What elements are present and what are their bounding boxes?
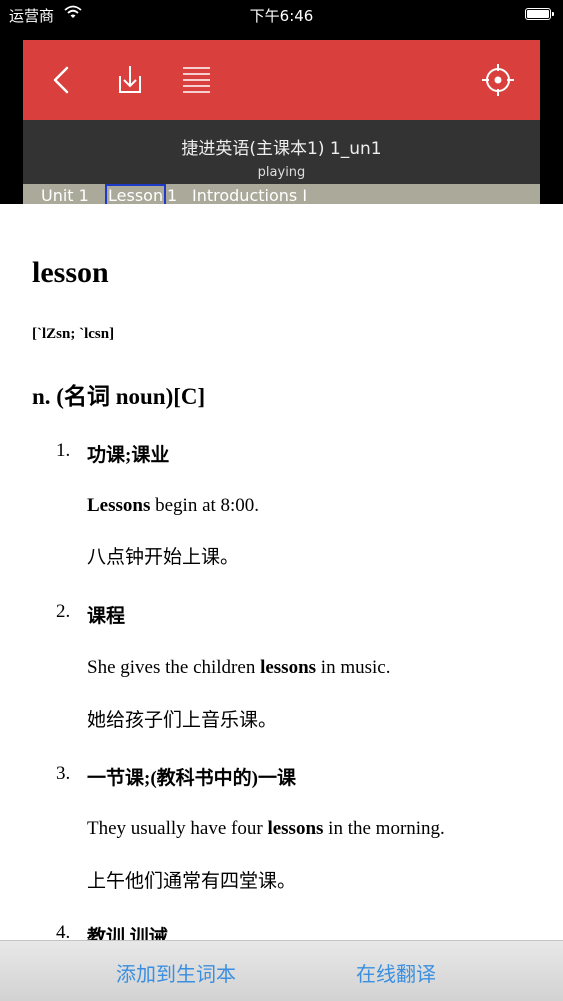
back-icon[interactable] — [41, 58, 85, 102]
playback-status: playing — [257, 165, 306, 180]
status-time: 下午6:46 — [249, 7, 314, 25]
status-bar: 运营商 下午6:46 — [0, 0, 563, 30]
audio-player: 捷进英语(主课本1) 1_un1 playing Unit 1 Lesson 1… — [23, 40, 540, 205]
dictionary-sheet: lesson [`lZsn; `lcsn] n. (名词 noun)[C] 1.… — [0, 204, 563, 940]
download-icon[interactable] — [108, 58, 152, 102]
lyric-word[interactable]: 1 — [167, 186, 177, 205]
example-sentence: Lessons begin at 8:00. — [87, 495, 260, 516]
example-translation: 八点钟开始上课。 — [87, 546, 240, 568]
example-translation: 她给孩子们上音乐课。 — [87, 709, 278, 731]
add-to-wordbook-button[interactable]: 添加到生词本 — [116, 958, 236, 987]
player-toolbar — [23, 40, 540, 120]
sense-meaning: 一节课;(教科书中的)一课 — [87, 768, 296, 789]
list-icon[interactable] — [174, 58, 218, 102]
battery-icon — [525, 8, 554, 20]
example-sentence: They usually have four lessons in the mo… — [87, 818, 445, 839]
headword: lesson — [32, 256, 109, 289]
example-sentence: She gives the children lessons in music. — [87, 657, 391, 678]
lyric-word[interactable]: Introductions I — [192, 186, 307, 205]
target-icon[interactable] — [476, 58, 520, 102]
example-translation: 上午他们通常有四堂课。 — [87, 870, 297, 892]
lyric-line: Unit 1 Lesson 1 Introductions I — [23, 184, 540, 205]
online-translate-button[interactable]: 在线翻译 — [356, 958, 436, 987]
sense-meaning: 教训,训诫 — [87, 927, 168, 940]
track-info: 捷进英语(主课本1) 1_un1 playing — [23, 120, 540, 184]
sense-meaning: 功课;课业 — [87, 445, 170, 466]
bottom-action-bar: 添加到生词本 在线翻译 — [0, 940, 563, 1001]
sense-number: 3. — [56, 763, 71, 784]
sense-number: 1. — [56, 440, 71, 461]
track-title: 捷进英语(主课本1) 1_un1 — [181, 139, 382, 159]
lyric-word-selected[interactable]: Lesson — [105, 184, 167, 205]
phonetic: [`lZsn; `lcsn] — [32, 326, 115, 342]
sense-number: 2. — [56, 601, 71, 622]
lyric-word[interactable]: Unit 1 — [41, 186, 89, 205]
sense-meaning: 课程 — [87, 606, 126, 627]
part-of-speech: n. (名词 noun)[C] — [32, 384, 206, 409]
sense-number: 4. — [56, 922, 71, 940]
